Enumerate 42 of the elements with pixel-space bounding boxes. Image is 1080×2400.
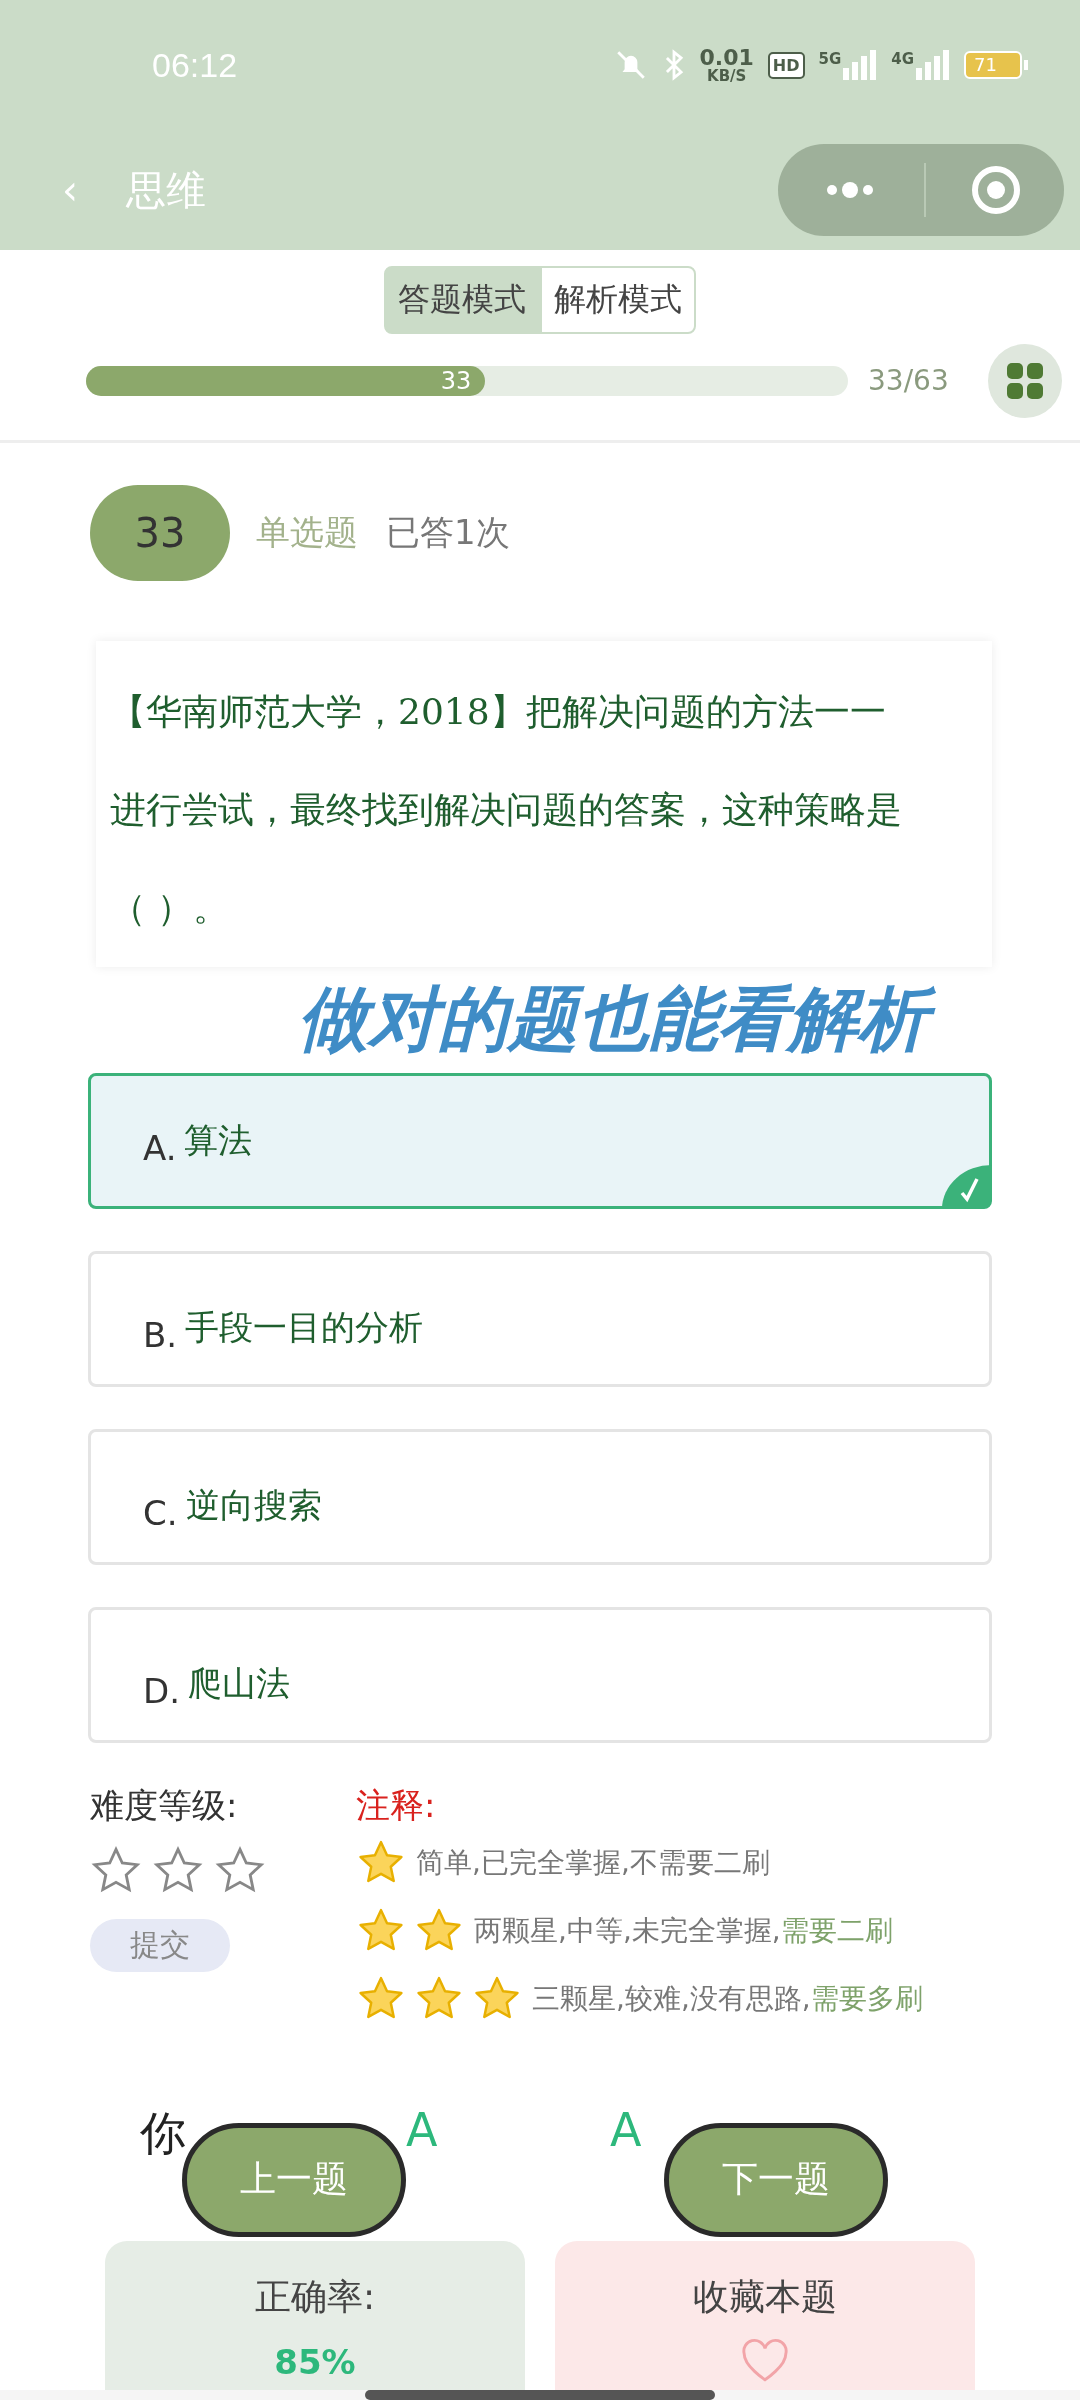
option-letter: B. [143, 1313, 178, 1355]
legend-text: 简单,已完全掌握,不需要二刷 [416, 1844, 770, 1881]
legend-title: 注释: [356, 1783, 437, 1827]
network-speed: 0.01 KB/S [699, 46, 754, 84]
answer-option[interactable]: B. 手段一目的分析 [88, 1250, 992, 1387]
signal-icon [843, 50, 878, 81]
option-text: 手段一目的分析 [185, 1305, 424, 1349]
hd-badge: HD [767, 51, 805, 79]
legend-text: 三颗星,较难,没有思路,需要多刷 [532, 1980, 923, 2017]
legend-text: 两颗星,中等,未完全掌握,需要二刷 [474, 1912, 893, 1949]
progress-count: 33/63 [868, 364, 950, 398]
option-letter: D. [143, 1669, 180, 1711]
overlay-caption: 做对的题也能看解析 [288, 970, 952, 1067]
favorite-card[interactable]: 收藏本题 [555, 2241, 975, 2390]
option-text: 爬山法 [188, 1661, 290, 1705]
answer-option[interactable]: C. 逆向搜索 [88, 1428, 992, 1565]
signal-icon [916, 50, 950, 81]
mode-tab[interactable]: 解析模式 [540, 265, 696, 334]
network-type: 5G [818, 50, 842, 69]
network-type: 4G [891, 50, 914, 69]
battery-level: 71 [964, 51, 1022, 80]
accuracy-label: 正确率: [254, 2275, 376, 2320]
option-text: 逆向搜索 [185, 1483, 322, 1527]
your-answer: A [406, 2102, 438, 2157]
grid-icon [1005, 360, 1045, 401]
favorite-label: 收藏本题 [693, 2275, 837, 2320]
check-icon [942, 1164, 992, 1209]
option-text: 算法 [184, 1118, 253, 1162]
difficulty-label: 难度等级: [90, 1783, 238, 1827]
answer-option[interactable]: A. 算法 [88, 1072, 992, 1209]
option-letter: C. [143, 1491, 178, 1533]
question-type: 单选题 [256, 510, 358, 554]
correct-answer: A [610, 2102, 642, 2157]
option-letter: A. [143, 1126, 177, 1168]
answer-option[interactable]: D. 爬山法 [88, 1606, 992, 1743]
close-target-icon [970, 164, 1022, 217]
question-text: 【华南师范大学，2018】把解决问题的方法一一进行尝试，最终找到解决问题的答案，这种策略是（ ）。 [110, 689, 903, 930]
accuracy-value: 85% [274, 2342, 356, 2383]
answer-count: 已答1次 [386, 510, 510, 554]
question-number: 33 [90, 484, 230, 581]
progress-fill: 33 [86, 365, 486, 396]
mode-tab[interactable]: 答题模式 [384, 265, 540, 334]
